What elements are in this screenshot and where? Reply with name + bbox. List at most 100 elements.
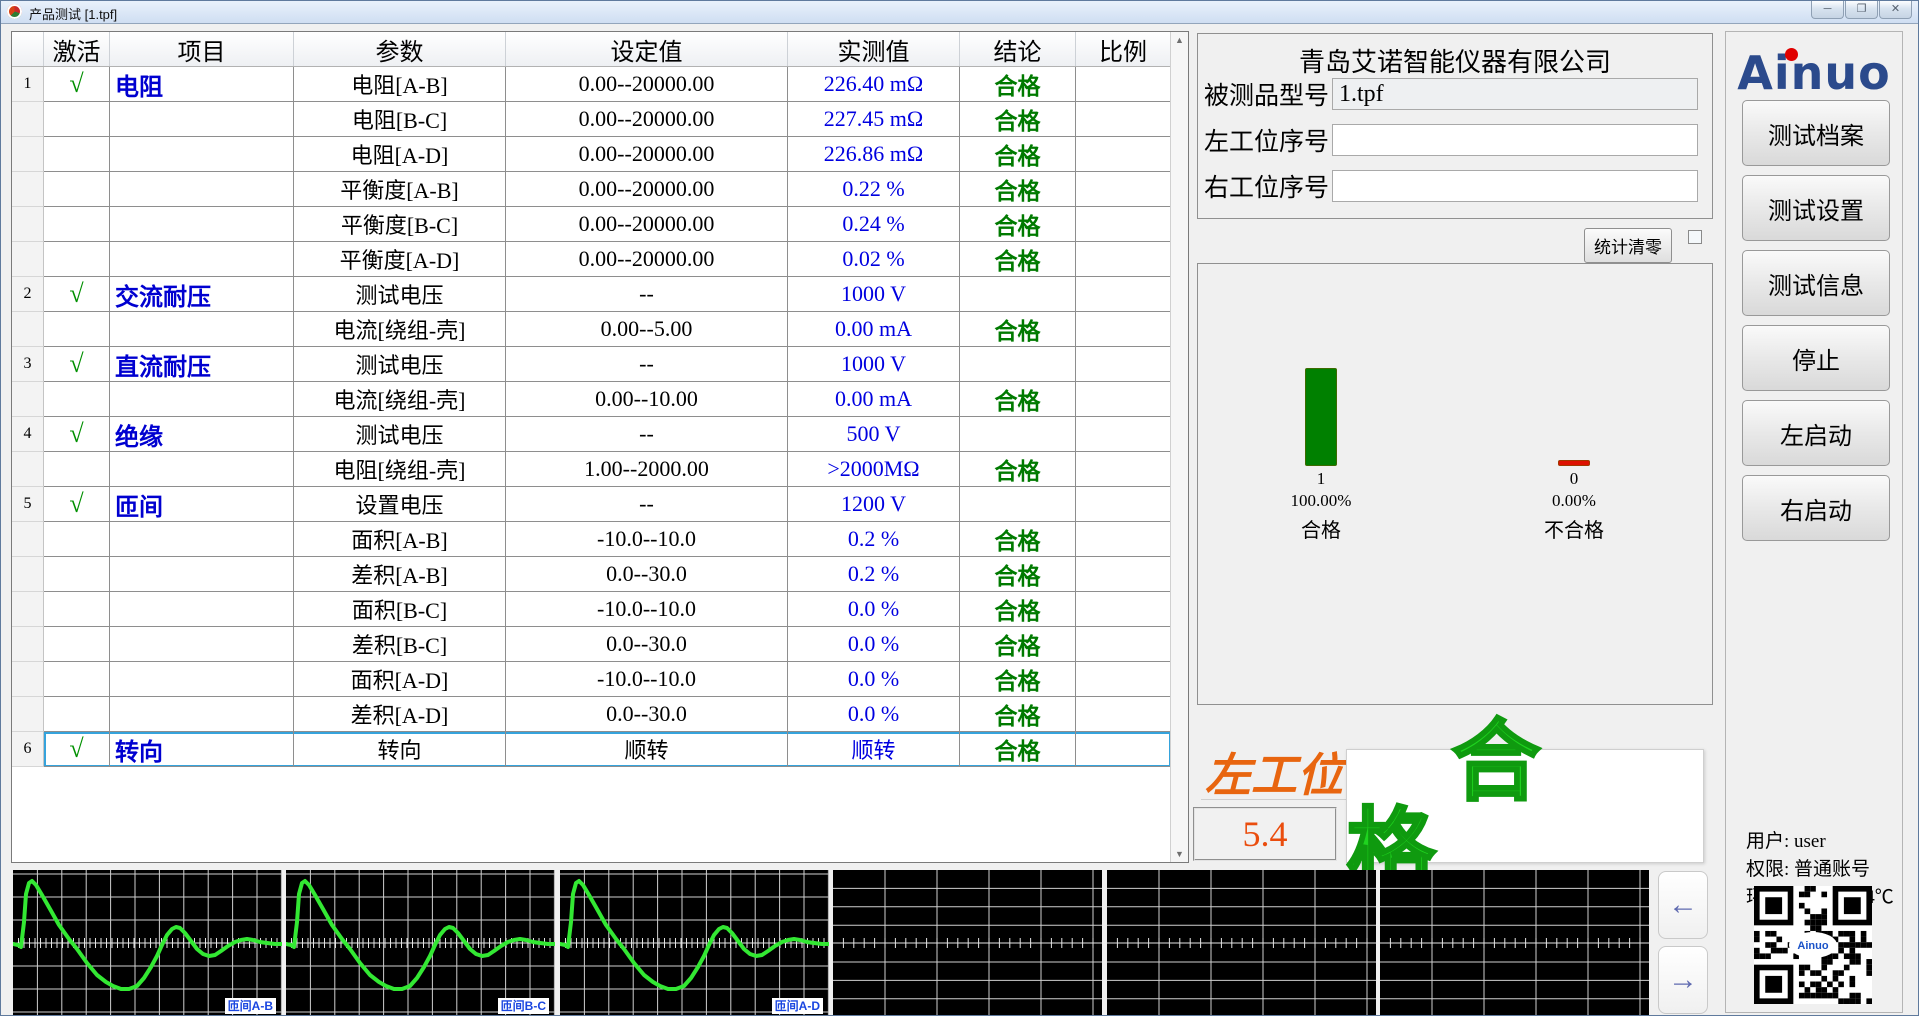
cell-set: 0.0--30.0 — [506, 557, 788, 592]
table-row[interactable]: 6 √ 转向 转向 顺转 顺转 合格 — [12, 732, 1171, 767]
table-row[interactable]: 1 √ 电阻 电阻[A-B] 0.00--20000.00 226.40 mΩ 合格 — [12, 67, 1171, 102]
model-input[interactable] — [1332, 78, 1698, 110]
row-number — [12, 662, 44, 697]
cell-measured: 顺转 — [788, 732, 960, 767]
column-header[interactable]: 激活 — [44, 32, 110, 66]
table-row[interactable]: 电流[绕组-壳] 0.00--10.00 0.00 mA 合格 — [12, 382, 1171, 417]
column-header[interactable]: 设定值 — [506, 32, 788, 66]
row-number — [12, 452, 44, 487]
statistics-checkbox[interactable] — [1688, 230, 1702, 244]
cell-check — [44, 242, 110, 277]
right-start-button[interactable]: 右启动 — [1742, 475, 1890, 541]
scroll-down-icon[interactable]: ▼ — [1171, 849, 1188, 859]
test-settings-button[interactable]: 测试设置 — [1742, 175, 1890, 241]
cell-set: 1.00--2000.00 — [506, 452, 788, 487]
column-header[interactable]: 实测值 — [788, 32, 960, 66]
cell-check — [44, 697, 110, 732]
row-number — [12, 627, 44, 662]
cell-conclusion — [960, 487, 1076, 522]
fail-percent: 0.00% — [1552, 491, 1596, 510]
left-serial-input[interactable] — [1332, 124, 1698, 156]
table-row[interactable]: 电阻[绕组-壳] 1.00--2000.00 >2000MΩ 合格 — [12, 452, 1171, 487]
cell-set: 0.00--20000.00 — [506, 137, 788, 172]
close-button[interactable]: ✕ — [1879, 1, 1912, 19]
table-row[interactable]: 平衡度[B-C] 0.00--20000.00 0.24 % 合格 — [12, 207, 1171, 242]
cell-ratio — [1076, 242, 1171, 277]
scope-next-button[interactable]: → — [1658, 946, 1708, 1014]
cell-ratio — [1076, 67, 1171, 102]
row-number: 2 — [12, 277, 44, 312]
row-number — [12, 137, 44, 172]
scope-panel — [833, 870, 1102, 1015]
table-row[interactable]: 电阻[A-D] 0.00--20000.00 226.86 mΩ 合格 — [12, 137, 1171, 172]
table-row[interactable]: 5 √ 匝间 设置电压 -- 1200 V — [12, 487, 1171, 522]
left-start-button[interactable]: 左启动 — [1742, 400, 1890, 466]
column-header[interactable]: 参数 — [294, 32, 506, 66]
cell-item — [110, 207, 294, 242]
table-row[interactable]: 3 √ 直流耐压 测试电压 -- 1000 V — [12, 347, 1171, 382]
stop-button[interactable]: 停止 — [1742, 325, 1890, 391]
table-row[interactable]: 面积[A-D] -10.0--10.0 0.0 % 合格 — [12, 662, 1171, 697]
test-info-button[interactable]: 测试信息 — [1742, 250, 1890, 316]
cell-check — [44, 522, 110, 557]
cell-item — [110, 312, 294, 347]
cell-conclusion: 合格 — [960, 242, 1076, 277]
table-scrollbar[interactable]: ▲ ▼ — [1170, 32, 1188, 862]
table-row[interactable]: 差积[A-B] 0.0--30.0 0.2 % 合格 — [12, 557, 1171, 592]
column-header[interactable]: 比例 — [1076, 32, 1171, 66]
table-row[interactable]: 面积[A-B] -10.0--10.0 0.2 % 合格 — [12, 522, 1171, 557]
row-number — [12, 207, 44, 242]
cell-conclusion: 合格 — [960, 592, 1076, 627]
table-row[interactable]: 电阻[B-C] 0.00--20000.00 227.45 mΩ 合格 — [12, 102, 1171, 137]
cell-conclusion: 合格 — [960, 732, 1076, 767]
table-row[interactable]: 差积[B-C] 0.0--30.0 0.0 % 合格 — [12, 627, 1171, 662]
column-header[interactable]: 项目 — [110, 32, 294, 66]
table-row[interactable]: 平衡度[A-B] 0.00--20000.00 0.22 % 合格 — [12, 172, 1171, 207]
pass-percent: 100.00% — [1290, 491, 1352, 510]
cell-item: 交流耐压 — [110, 277, 294, 312]
scroll-up-icon[interactable]: ▲ — [1171, 35, 1188, 45]
cell-item — [110, 697, 294, 732]
minimize-button[interactable]: ─ — [1811, 1, 1844, 19]
title-bar[interactable]: 产品测试 [1.tpf] ─ ❐ ✕ — [1, 1, 1918, 24]
cell-check — [44, 627, 110, 662]
cell-set: 0.0--30.0 — [506, 627, 788, 662]
cell-param: 电阻[B-C] — [294, 102, 506, 137]
cell-conclusion: 合格 — [960, 557, 1076, 592]
cell-ratio — [1076, 102, 1171, 137]
cell-check: √ — [44, 347, 110, 382]
cell-set: 0.00--5.00 — [506, 312, 788, 347]
table-row[interactable]: 2 √ 交流耐压 测试电压 -- 1000 V — [12, 277, 1171, 312]
cell-set: -- — [506, 417, 788, 452]
qr-code: Ainuo — [1754, 886, 1872, 1004]
row-number — [12, 172, 44, 207]
window-title: 产品测试 [1.tpf] — [29, 7, 118, 22]
clear-statistics-button[interactable]: 统计清零 — [1584, 228, 1672, 263]
scope-prev-button[interactable]: ← — [1658, 871, 1708, 939]
cell-param: 差积[A-D] — [294, 697, 506, 732]
cell-conclusion: 合格 — [960, 382, 1076, 417]
cell-ratio — [1076, 172, 1171, 207]
cell-ratio — [1076, 417, 1171, 452]
table-row[interactable]: 差积[A-D] 0.0--30.0 0.0 % 合格 — [12, 697, 1171, 732]
restore-button[interactable]: ❐ — [1845, 1, 1878, 19]
sidebar: Ainuo 测试档案 测试设置 测试信息 停止 左启动 右启动 用户: user 权限: … — [1725, 31, 1903, 1013]
cell-measured: 0.00 mA — [788, 312, 960, 347]
table-row[interactable]: 电流[绕组-壳] 0.00--5.00 0.00 mA 合格 — [12, 312, 1171, 347]
right-serial-input[interactable] — [1332, 170, 1698, 202]
cell-set: 顺转 — [506, 732, 788, 767]
cell-ratio — [1076, 312, 1171, 347]
table-row[interactable]: 4 √ 绝缘 测试电压 -- 500 V — [12, 417, 1171, 452]
station-time-value: 5.4 — [1193, 807, 1337, 861]
table-row[interactable]: 平衡度[A-D] 0.00--20000.00 0.02 % 合格 — [12, 242, 1171, 277]
cell-measured: 500 V — [788, 417, 960, 452]
user-info: 用户: user — [1746, 831, 1826, 852]
test-archive-button[interactable]: 测试档案 — [1742, 100, 1890, 166]
cell-check — [44, 452, 110, 487]
cell-item — [110, 137, 294, 172]
column-header[interactable]: 结论 — [960, 32, 1076, 66]
table-row[interactable]: 面积[B-C] -10.0--10.0 0.0 % 合格 — [12, 592, 1171, 627]
cell-item — [110, 662, 294, 697]
cell-conclusion: 合格 — [960, 697, 1076, 732]
pass-count: 1 — [1316, 469, 1326, 488]
